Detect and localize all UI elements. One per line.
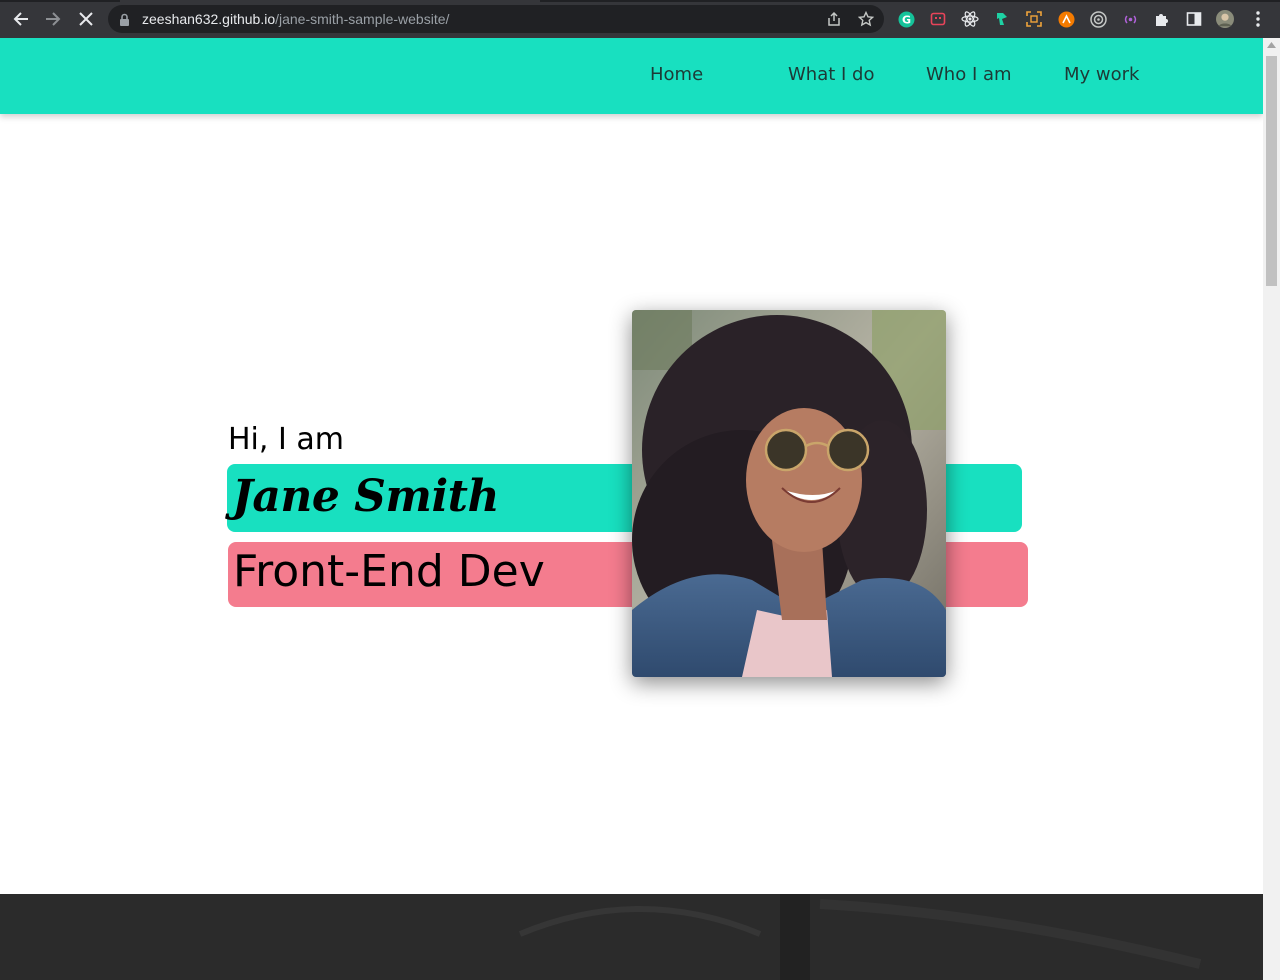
hero-name: Jane Smith xyxy=(232,471,500,522)
site-header: Home What I do Who I am My work xyxy=(0,38,1263,114)
page-scrollbar[interactable] xyxy=(1263,38,1280,980)
url-path: /jane-smith-sample-website/ xyxy=(275,11,450,27)
screenshot-icon[interactable] xyxy=(1025,10,1043,28)
active-tab[interactable] xyxy=(120,0,540,2)
lock-icon[interactable] xyxy=(119,12,130,31)
extension-icon[interactable] xyxy=(1057,10,1075,28)
nav-link-home[interactable]: Home xyxy=(650,64,703,85)
dark-section xyxy=(0,894,1263,980)
scroll-thumb[interactable] xyxy=(1266,56,1277,286)
extension-icon[interactable] xyxy=(1089,10,1107,28)
profile-avatar[interactable] xyxy=(1216,10,1234,28)
extension-icon[interactable] xyxy=(993,10,1011,28)
hero-role: Front-End Dev xyxy=(233,546,545,597)
star-icon[interactable] xyxy=(857,10,875,31)
back-icon[interactable] xyxy=(10,8,32,30)
extension-icon[interactable] xyxy=(929,10,947,28)
address-bar[interactable]: zeeshan632.github.io/jane-smith-sample-w… xyxy=(108,5,884,33)
profile-photo xyxy=(632,310,946,677)
url-host: zeeshan632.github.io xyxy=(142,11,276,27)
nav-link-who-i-am[interactable]: Who I am xyxy=(926,64,1012,85)
react-devtools-icon[interactable] xyxy=(961,10,979,28)
browser-toolbar: zeeshan632.github.io/jane-smith-sample-w… xyxy=(0,0,1280,38)
tab-strip xyxy=(0,0,1280,2)
nav-link-what-i-do[interactable]: What I do xyxy=(788,64,874,85)
nav-link-my-work[interactable]: My work xyxy=(1064,64,1139,85)
menu-icon[interactable] xyxy=(1249,10,1267,28)
hero-greeting: Hi, I am xyxy=(228,422,344,457)
puzzle-icon[interactable] xyxy=(1153,10,1171,28)
url-text[interactable]: zeeshan632.github.io/jane-smith-sample-w… xyxy=(142,11,449,27)
side-panel-icon[interactable] xyxy=(1185,10,1203,28)
stop-loading-icon[interactable] xyxy=(75,8,97,30)
forward-icon[interactable] xyxy=(42,8,64,30)
extension-icon[interactable] xyxy=(1121,10,1139,28)
page-viewport: Home What I do Who I am My work Hi, I am… xyxy=(0,38,1263,980)
svg-text:G: G xyxy=(901,13,910,26)
share-icon[interactable] xyxy=(826,11,842,31)
scroll-up-icon[interactable] xyxy=(1267,42,1276,48)
grammarly-icon[interactable]: G xyxy=(897,10,915,28)
